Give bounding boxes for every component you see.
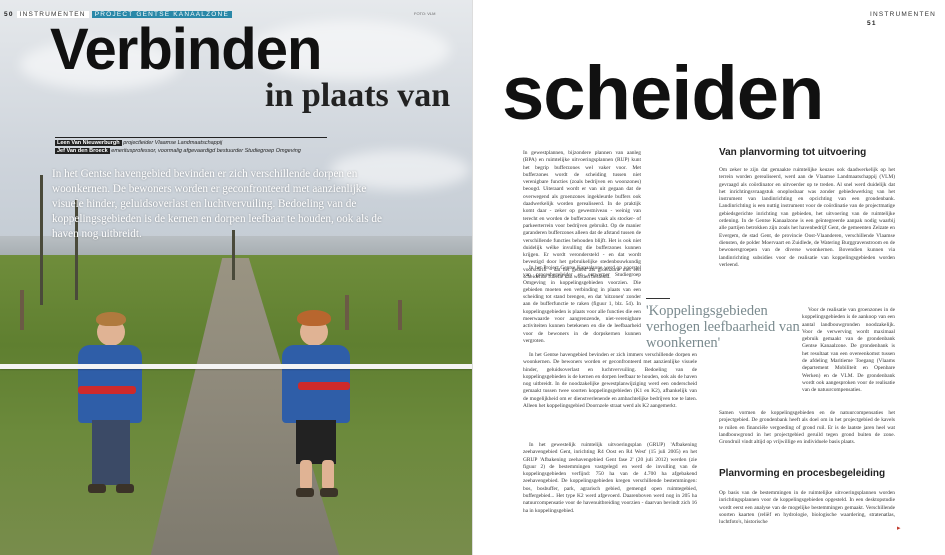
photo-credit: FOTO: VLM <box>414 11 436 16</box>
page-number: 50 <box>4 11 14 18</box>
body-column-1b: In het Project Gentse Kanaalzone werd op… <box>523 265 641 345</box>
left-page: 50 INSTRUMENTEN PROJECT GENTSE KANAALZON… <box>0 0 472 555</box>
body-paragraph: Om zeker te zijn dat gemaakte ruimtelijk… <box>719 167 895 268</box>
author-role: projectleider Vlaamse Landmaatschappij <box>123 140 223 146</box>
continue-arrow-icon: ▸ <box>897 524 901 532</box>
pull-quote: 'Koppelingsgebieden verhogen leefbaarhei… <box>646 303 800 351</box>
author-line: Leen Van Nieuwerburgh projectleider Vlaa… <box>55 140 222 147</box>
photo-tree <box>40 175 43 305</box>
article-title: Verbinden <box>50 17 322 82</box>
photo-ribbon <box>0 364 472 369</box>
article-title-word: scheiden <box>502 51 824 136</box>
photo-post <box>20 290 24 330</box>
author-role: emeritusprofessor, voormalig afgevaardig… <box>111 148 301 154</box>
body-column-2: Om zeker te zijn dat gemaakte ruimtelijk… <box>719 167 895 269</box>
page-number: 51 <box>867 20 877 27</box>
body-paragraph: In het gewestelijk ruimtelijk uitvoering… <box>523 442 697 514</box>
author-name: Jef Van den Broeck <box>55 148 110 154</box>
body-paragraph: In het Project Gentse Kanaalzone werd op… <box>523 265 641 344</box>
body-column-2b: Voor de realisatie van groenzones in de … <box>802 307 895 395</box>
body-column-2d: Op basis van de bestemmingen in de ruimt… <box>719 490 895 526</box>
body-column-1: In gewestplannen, bijzondere plannen van… <box>523 150 641 281</box>
intro-paragraph: In het Gentse havengebied bevinden er zi… <box>52 168 382 240</box>
magazine-spread: 50 INSTRUMENTEN PROJECT GENTSE KANAALZON… <box>0 0 945 555</box>
body-column-1d: In het gewestelijk ruimtelijk uitvoering… <box>523 442 697 515</box>
body-column-2c: Samen vormen de koppelingsgebieden en de… <box>719 410 895 446</box>
author-line: Jef Van den Broeck emeritusprofessor, vo… <box>55 148 301 155</box>
body-paragraph: Voor de realisatie van groenzones in de … <box>802 307 895 394</box>
author-name: Leen Van Nieuwerburgh <box>55 140 122 146</box>
section-heading: Van planvorming tot uitvoering <box>719 147 867 158</box>
body-paragraph: Samen vormen de koppelingsgebieden en de… <box>719 410 895 446</box>
body-paragraph: In het Gentse havengebied bevinden er zi… <box>523 352 697 410</box>
photo-post <box>345 295 349 330</box>
body-paragraph: Op basis van de bestemmingen in de ruimt… <box>719 490 895 526</box>
photo-post <box>398 300 402 330</box>
right-header: INSTRUMENTEN 51 <box>867 10 945 27</box>
body-paragraph: In gewestplannen, bijzondere plannen van… <box>523 150 641 281</box>
body-column-1c: In het Gentse havengebied bevinden er zi… <box>523 352 697 410</box>
quote-rule <box>646 298 670 299</box>
section-heading: Planvorming en procesbegeleiding <box>719 468 886 479</box>
article-subtitle: in plaats van <box>265 77 451 114</box>
title-rule <box>55 137 327 138</box>
section-tag: INSTRUMENTEN <box>867 11 940 18</box>
